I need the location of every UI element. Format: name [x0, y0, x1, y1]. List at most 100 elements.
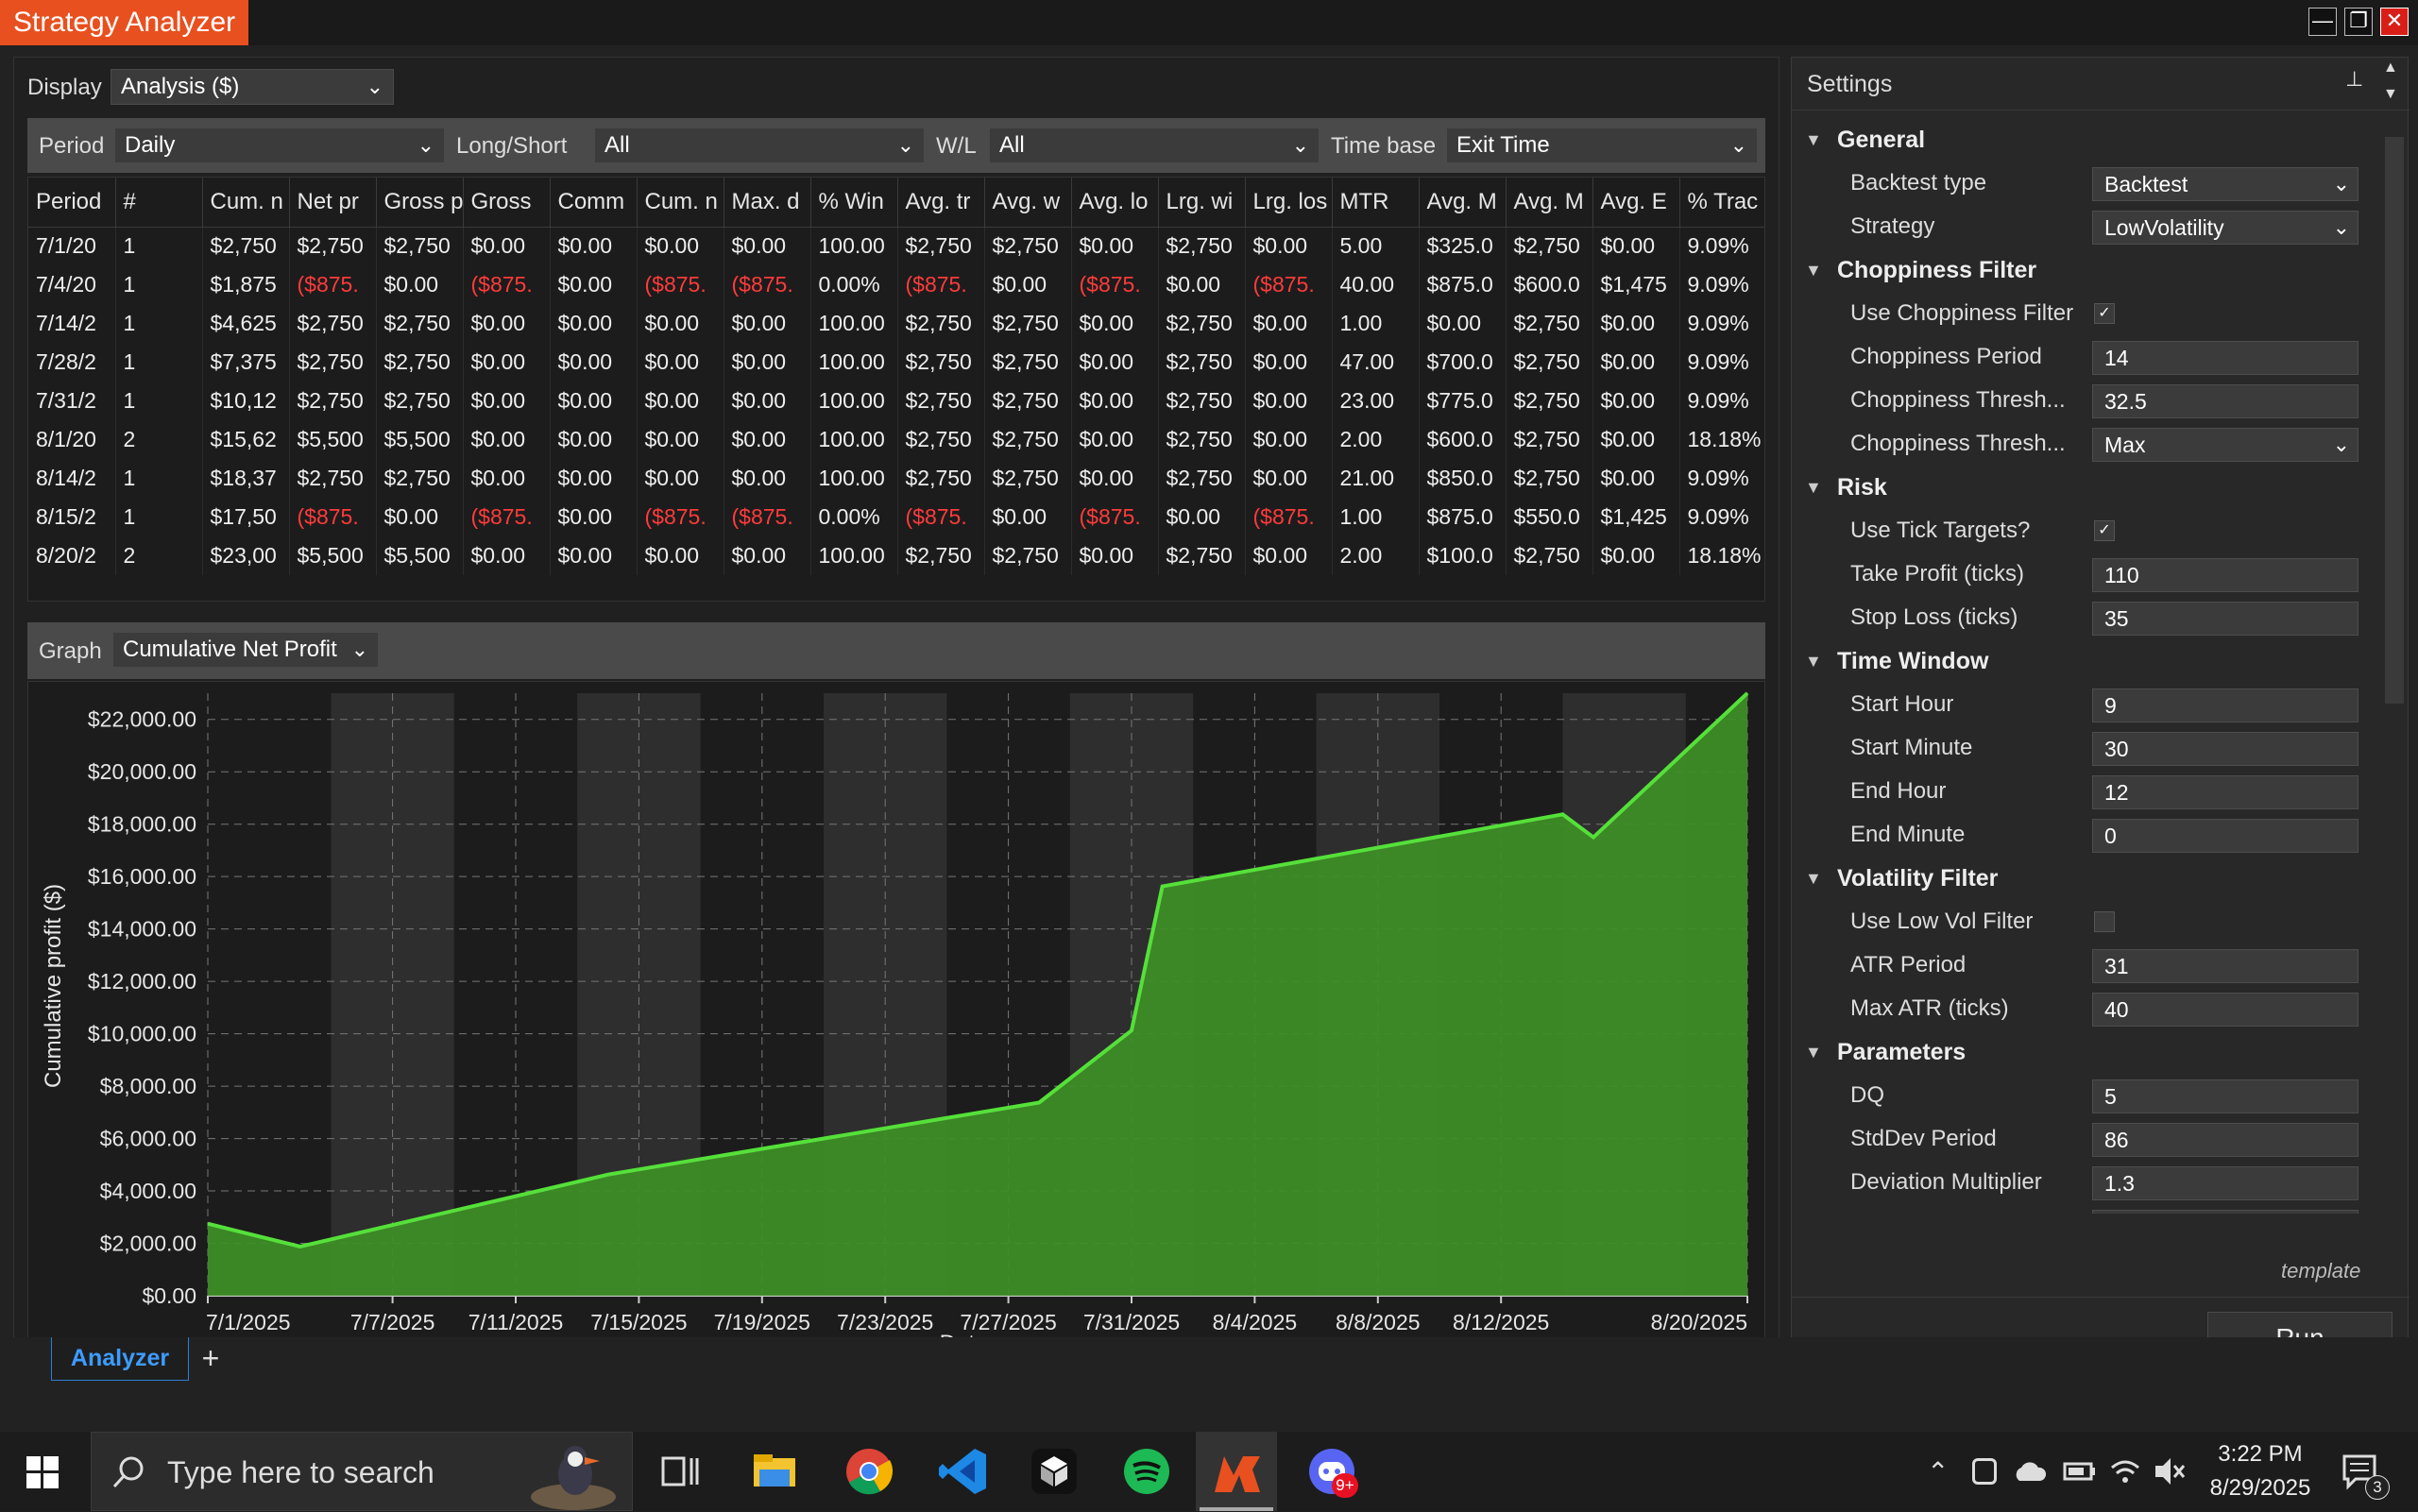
- column-header[interactable]: Gross p: [376, 178, 464, 228]
- table-cell: $0.00: [1245, 227, 1333, 265]
- results-table[interactable]: Period # Cum. n Net pr Gross p Gross Comm Cum. …: [27, 177, 1765, 602]
- settings-category[interactable]: ▼ Volatility Filter: [1792, 857, 2377, 900]
- table-row[interactable]: 8/14/2 1 $18,37 $2,750 $2,750 $0.00 $0.00 $0.00…: [28, 459, 1764, 498]
- collapse-triangle-icon[interactable]: ▼: [1805, 1030, 1822, 1074]
- setting-input[interactable]: 86: [2092, 1123, 2358, 1157]
- wl-dropdown[interactable]: All ⌄: [989, 127, 1320, 163]
- setting-input[interactable]: 30: [2092, 732, 2358, 766]
- setting-input[interactable]: 5: [2092, 1079, 2358, 1113]
- setting-input[interactable]: 10: [2092, 1210, 2358, 1214]
- discord-icon[interactable]: 9+: [1305, 1445, 1358, 1498]
- tab-analyzer[interactable]: Analyzer: [51, 1337, 189, 1381]
- template-label[interactable]: template: [2281, 1259, 2360, 1283]
- collapse-triangle-icon[interactable]: ▼: [1805, 248, 1822, 292]
- setting-input[interactable]: 0: [2092, 819, 2358, 853]
- column-header[interactable]: Comm: [550, 178, 638, 228]
- setting-checkbox[interactable]: [2094, 911, 2115, 932]
- display-dropdown[interactable]: Analysis ($) ⌄: [111, 69, 394, 105]
- cube-app-icon[interactable]: [1028, 1445, 1081, 1498]
- table-row[interactable]: 7/4/20 1 $1,875 ($875. $0.00 ($875. $0.00 ($875…: [28, 265, 1764, 304]
- setting-input[interactable]: 9: [2092, 688, 2358, 722]
- scroll-up-icon[interactable]: ▲: [2383, 59, 2398, 76]
- setting-checkbox[interactable]: ✓: [2094, 303, 2115, 324]
- minimize-button[interactable]: —: [2308, 8, 2337, 36]
- settings-category[interactable]: ▼ Choppiness Filter: [1792, 248, 2377, 292]
- spotify-icon[interactable]: [1120, 1445, 1173, 1498]
- time-base-dropdown[interactable]: Exit Time ⌄: [1446, 127, 1758, 163]
- setting-input[interactable]: 14: [2092, 341, 2358, 375]
- column-header[interactable]: Avg. M: [1506, 178, 1593, 228]
- chevron-up-icon[interactable]: ⌃: [1927, 1456, 1949, 1487]
- table-row[interactable]: 7/31/2 1 $10,12 $2,750 $2,750 $0.00 $0.00 $0.00…: [28, 382, 1764, 420]
- long-short-dropdown[interactable]: All ⌄: [594, 127, 925, 163]
- column-header[interactable]: #: [115, 178, 203, 228]
- battery-icon[interactable]: [2063, 1458, 2097, 1485]
- wifi-icon[interactable]: [2108, 1454, 2142, 1488]
- collapse-triangle-icon[interactable]: ▼: [1805, 118, 1822, 161]
- column-header[interactable]: % Trac: [1679, 178, 1764, 228]
- setting-checkbox[interactable]: ✓: [2094, 520, 2115, 541]
- settings-category[interactable]: ▼ Risk: [1792, 466, 2377, 509]
- column-header[interactable]: Avg. lo: [1071, 178, 1159, 228]
- settings-category[interactable]: ▼ Parameters: [1792, 1030, 2377, 1074]
- chrome-icon[interactable]: [843, 1445, 895, 1498]
- add-tab-button[interactable]: +: [193, 1339, 229, 1377]
- collapse-triangle-icon[interactable]: ▼: [1805, 857, 1822, 900]
- settings-scrollbar[interactable]: [2385, 137, 2404, 704]
- setting-dropdown[interactable]: Backtest ⌄: [2092, 167, 2358, 201]
- column-header[interactable]: Cum. n: [202, 178, 290, 228]
- collapse-triangle-icon[interactable]: ▼: [1805, 639, 1822, 683]
- setting-input[interactable]: 1.3: [2092, 1166, 2358, 1200]
- close-button[interactable]: ✕: [2380, 8, 2409, 36]
- table-cell: $1,425: [1592, 498, 1680, 536]
- file-explorer-icon[interactable]: [748, 1445, 801, 1498]
- table-row[interactable]: 8/20/2 2 $23,00 $5,500 $5,500 $0.00 $0.00 $0.00…: [28, 536, 1764, 575]
- data-point: [1746, 692, 1748, 694]
- setting-dropdown[interactable]: LowVolatility ⌄: [2092, 211, 2358, 245]
- settings-category[interactable]: ▼ General: [1792, 118, 2377, 161]
- column-header[interactable]: % Win: [810, 178, 898, 228]
- restore-button[interactable]: ❐: [2344, 8, 2373, 36]
- pin-icon[interactable]: ⊥: [2345, 67, 2363, 92]
- table-row[interactable]: 8/15/2 1 $17,50 ($875. $0.00 ($875. $0.00 ($875…: [28, 498, 1764, 536]
- column-header[interactable]: Gross: [463, 178, 551, 228]
- clock-date[interactable]: 8/29/2025: [2189, 1475, 2331, 1502]
- column-header[interactable]: Period: [28, 178, 116, 228]
- setting-input[interactable]: 32.5: [2092, 384, 2358, 418]
- column-header[interactable]: Lrg. los: [1245, 178, 1333, 228]
- clock-time[interactable]: 3:22 PM: [2189, 1441, 2331, 1468]
- table-row[interactable]: 7/28/2 1 $7,375 $2,750 $2,750 $0.00 $0.00 $0.00…: [28, 343, 1764, 382]
- column-header[interactable]: Cum. n: [637, 178, 724, 228]
- setting-input[interactable]: 35: [2092, 602, 2358, 636]
- setting-value: 110: [2104, 563, 2139, 587]
- onedrive-icon[interactable]: [2012, 1458, 2046, 1485]
- column-header[interactable]: Max. d: [724, 178, 811, 228]
- setting-input[interactable]: 110: [2092, 558, 2358, 592]
- column-header[interactable]: Lrg. wi: [1158, 178, 1246, 228]
- setting-dropdown[interactable]: Max ⌄: [2092, 428, 2358, 462]
- ninjatrader-taskbar-item[interactable]: [1196, 1432, 1277, 1511]
- windows-start-icon[interactable]: [26, 1456, 59, 1488]
- column-header[interactable]: Avg. w: [984, 178, 1072, 228]
- column-header[interactable]: Avg. tr: [897, 178, 985, 228]
- graph-type-dropdown[interactable]: Cumulative Net Profit ⌄: [112, 632, 379, 668]
- table-row[interactable]: 7/14/2 1 $4,625 $2,750 $2,750 $0.00 $0.00 $0.00…: [28, 304, 1764, 343]
- table-row[interactable]: 7/1/20 1 $2,750 $2,750 $2,750 $0.00 $0.00 $0.00…: [28, 227, 1764, 265]
- column-header[interactable]: MTR: [1332, 178, 1420, 228]
- column-header[interactable]: Net pr: [289, 178, 377, 228]
- column-header[interactable]: Avg. E: [1592, 178, 1680, 228]
- meet-now-icon[interactable]: [1972, 1458, 1997, 1485]
- setting-input[interactable]: 31: [2092, 949, 2358, 983]
- column-header[interactable]: Avg. M: [1419, 178, 1507, 228]
- setting-input[interactable]: 40: [2092, 993, 2358, 1027]
- setting-input[interactable]: 12: [2092, 775, 2358, 809]
- table-row[interactable]: 8/1/20 2 $15,62 $5,500 $5,500 $0.00 $0.00 $0.00…: [28, 420, 1764, 459]
- scroll-down-icon[interactable]: ▼: [2383, 86, 2398, 103]
- vscode-icon[interactable]: [937, 1445, 990, 1498]
- search-box[interactable]: Type here to search: [91, 1432, 633, 1511]
- collapse-triangle-icon[interactable]: ▼: [1805, 466, 1822, 509]
- period-dropdown[interactable]: Daily ⌄: [114, 127, 445, 163]
- volume-muted-icon[interactable]: [2152, 1454, 2186, 1488]
- settings-category[interactable]: ▼ Time Window: [1792, 639, 2377, 683]
- task-view-icon[interactable]: [654, 1445, 707, 1498]
